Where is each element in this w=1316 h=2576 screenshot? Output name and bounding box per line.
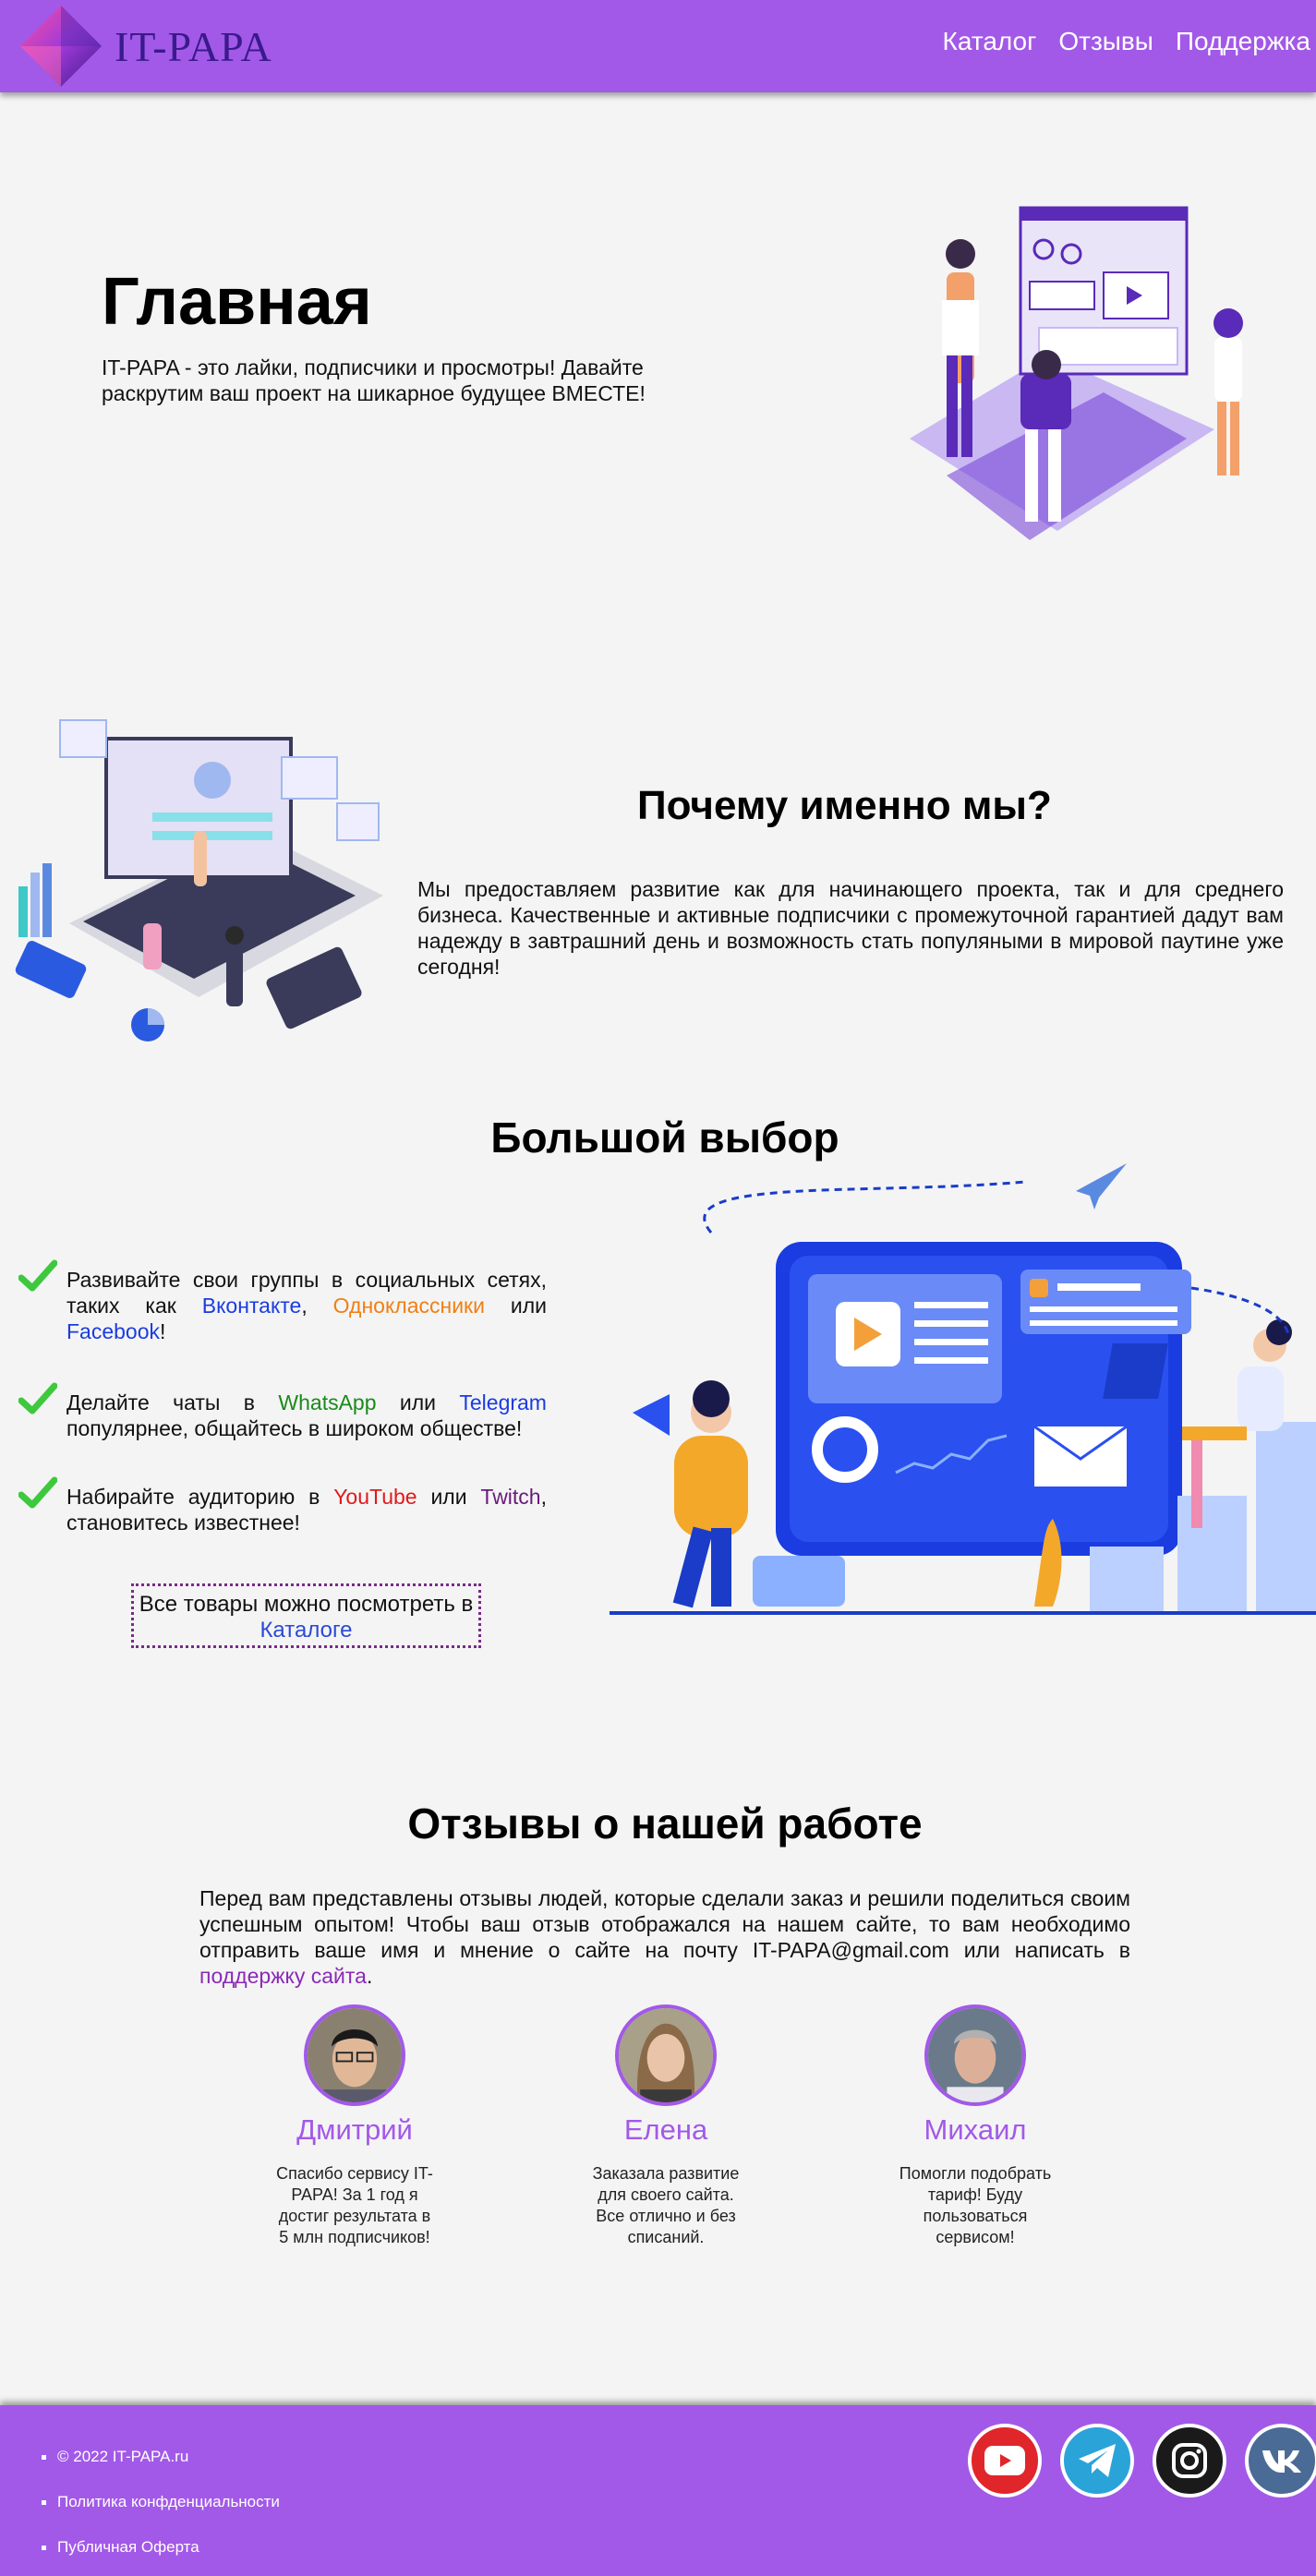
feature-chats-text: Делайте чаты в WhatsApp или Telegram поп… xyxy=(66,1390,547,1440)
feature-chats: Делайте чаты в WhatsApp или Telegram поп… xyxy=(18,1382,547,1441)
logo-diamond-icon xyxy=(20,6,102,87)
instagram-icon[interactable] xyxy=(1153,2424,1226,2498)
checkmark-icon xyxy=(18,1382,57,1414)
avatar xyxy=(304,2004,405,2106)
reviews-title: Отзывы о нашей работе xyxy=(407,1800,923,1848)
site-header: IT-PAPA Каталог Отзывы Поддержка xyxy=(0,0,1316,92)
vk-link[interactable]: Вконтакте xyxy=(202,1294,302,1318)
footer-links: © 2022 IT-PAPA.ru Политика конфденциальн… xyxy=(42,2448,280,2576)
footer-offer-link[interactable]: Публичная Оферта xyxy=(42,2538,280,2576)
reviewer-name: Михаил xyxy=(924,2113,1027,2146)
feature-social-text: Развивайте свои группы в социальных сетя… xyxy=(66,1268,547,1343)
review-card: Михаил Помогли подобрать тариф! Буду пол… xyxy=(855,2004,1095,2248)
catalog-callout: Все товары можно посмотреть в Каталоге xyxy=(131,1583,481,1648)
youtube-link[interactable]: YouTube xyxy=(333,1485,417,1509)
telegram-link[interactable]: Telegram xyxy=(459,1390,547,1414)
why-title: Почему именно мы? xyxy=(637,783,1052,828)
youtube-icon[interactable] xyxy=(968,2424,1042,2498)
review-card: Дмитрий Спасибо сервису IT-PAPA! За 1 го… xyxy=(235,2004,475,2248)
facebook-link[interactable]: Facebook xyxy=(66,1319,160,1343)
nav-support[interactable]: Поддержка xyxy=(1176,27,1310,56)
review-card: Елена Заказала развитие для своего сайта… xyxy=(546,2004,786,2248)
site-footer: © 2022 IT-PAPA.ru Политика конфденциальн… xyxy=(0,2405,1316,2576)
checkmark-icon xyxy=(18,1476,57,1509)
reviews-intro: Перед вам представлены отзывы людей, кот… xyxy=(199,1886,1130,1988)
hero-text: IT-PAPA - это лайки, подписчики и просмо… xyxy=(102,355,646,405)
avatar xyxy=(924,2004,1026,2106)
logo[interactable]: IT-PAPA xyxy=(17,0,272,92)
telegram-icon[interactable] xyxy=(1060,2424,1134,2498)
social-links xyxy=(968,2424,1316,2498)
avatar xyxy=(615,2004,717,2106)
checkmark-icon xyxy=(18,1259,57,1292)
catalog-link[interactable]: Каталоге xyxy=(260,1618,352,1643)
main-nav: Каталог Отзывы Поддержка xyxy=(943,0,1310,83)
choice-title: Большой выбор xyxy=(490,1113,839,1162)
logo-text: IT-PAPA xyxy=(115,22,272,70)
footer-privacy-link[interactable]: Политика конфденциальности xyxy=(42,2493,280,2538)
nav-catalog[interactable]: Каталог xyxy=(943,27,1037,56)
nav-reviews[interactable]: Отзывы xyxy=(1058,27,1153,56)
reviewer-name: Елена xyxy=(623,2113,708,2146)
hero-title: Главная xyxy=(102,265,372,339)
review-text: Помогли подобрать тариф! Буду пользовать… xyxy=(899,2164,1052,2246)
review-text: Спасибо сервису IT-PAPA! За 1 год я дост… xyxy=(276,2164,433,2246)
feature-audience-text: Набирайте аудиторию в YouTube или Twitch… xyxy=(66,1485,547,1535)
support-link[interactable]: поддержку сайта xyxy=(199,1964,367,1988)
why-text: Мы предоставляем развитие как для начина… xyxy=(417,877,1284,979)
whatsapp-link[interactable]: WhatsApp xyxy=(278,1390,376,1414)
feature-audience: Набирайте аудиторию в YouTube или Twitch… xyxy=(18,1476,547,1535)
twitch-link[interactable]: Twitch xyxy=(480,1485,540,1509)
vk-icon[interactable] xyxy=(1245,2424,1316,2498)
reviewer-name: Дмитрий xyxy=(296,2113,413,2146)
laptop-illustration xyxy=(15,719,383,1041)
ok-link[interactable]: Одноклассники xyxy=(333,1294,485,1318)
marketing-illustration xyxy=(610,1163,1316,1615)
footer-copyright: © 2022 IT-PAPA.ru xyxy=(42,2448,280,2493)
review-text: Заказала развитие для своего сайта. Все … xyxy=(592,2164,740,2246)
hero-illustration xyxy=(910,206,1243,540)
feature-social: Развивайте свои группы в социальных сетя… xyxy=(18,1259,547,1344)
